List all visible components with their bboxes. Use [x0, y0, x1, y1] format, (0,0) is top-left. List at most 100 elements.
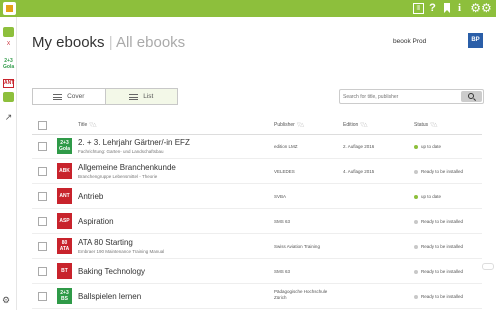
book-title: Baking Technology — [78, 267, 146, 276]
cover-view-button[interactable]: Cover — [33, 89, 105, 104]
book-cover[interactable]: 80 ATA — [57, 238, 72, 254]
settings-icon[interactable]: ⚙⚙ — [468, 2, 494, 15]
status-dot-icon — [414, 169, 418, 174]
table-row[interactable]: 2+3 BS Ballspielen lernen Pädagogische H… — [32, 284, 482, 309]
book-cover-icon[interactable]: ANT — [3, 79, 14, 88]
status-badge: Ready to be installed — [414, 269, 463, 275]
book-subtitle: Fachrichtung: Garten- und Landschaftsbau — [78, 149, 164, 154]
book-cover[interactable]: BT — [57, 263, 72, 279]
red-book-label: X — [6, 41, 11, 47]
table-row[interactable]: ABK Allgemeine Branchenkunde Branchengru… — [32, 159, 482, 184]
column-header-status[interactable]: Status ▽△ — [414, 122, 437, 129]
all-ebooks-tab[interactable]: All ebooks — [116, 34, 185, 51]
search-button[interactable] — [461, 91, 482, 102]
cover-view-icon — [53, 93, 63, 100]
row-checkbox[interactable] — [38, 192, 47, 201]
book-title: Aspiration — [78, 217, 114, 226]
row-checkbox[interactable] — [38, 242, 47, 251]
book-publisher: edition LMZ — [274, 144, 298, 149]
cover-view-label: Cover — [67, 93, 85, 100]
sort-arrows-icon[interactable]: ▽△ — [89, 122, 96, 128]
column-header-publisher[interactable]: Publisher ▽△ — [274, 122, 304, 129]
status-badge: up to date — [414, 194, 441, 200]
book-app-icon[interactable] — [3, 2, 16, 15]
book-publisher: SVBA — [274, 194, 287, 199]
view-toggle: Cover List — [32, 88, 178, 105]
bookmark-icon[interactable] — [441, 2, 452, 15]
book-edition: 2. Auflage 2016 — [343, 144, 375, 149]
book-publisher: VELEDES — [274, 169, 295, 174]
book-edition: 4. Auflage 2015 — [343, 169, 375, 174]
page-title: My ebooks | All ebooks — [32, 34, 185, 52]
book-title: Allgemeine Branchenkunde — [78, 163, 176, 172]
table-header: Title ▽△ Publisher ▽△ Edition ▽△ Status ▽△ — [32, 118, 482, 135]
export-icon[interactable]: ↗ — [3, 112, 14, 122]
row-checkbox[interactable] — [38, 217, 47, 226]
share-settings-icon[interactable]: ⚙ — [2, 295, 10, 306]
table-row[interactable]: BT Baking Technology SMS 63 Ready to be … — [32, 259, 482, 284]
status-badge: Ready to be installed — [414, 244, 463, 250]
book-cover[interactable]: 2+3 Gola — [57, 138, 72, 154]
table-row[interactable]: ANT Antrieb SVBA up to date — [32, 184, 482, 209]
info-icon[interactable]: i — [454, 2, 465, 15]
book-publisher: SMS 63 — [274, 219, 291, 224]
status-dot-icon — [414, 144, 418, 149]
search-box — [339, 89, 484, 104]
help-icon[interactable]: ? — [427, 2, 438, 15]
book-cover-label: 2+3 Gola — [3, 58, 15, 70]
book-publisher: Swiss Aviation Training — [274, 244, 320, 249]
list-view-button[interactable]: List — [104, 89, 177, 104]
select-all-checkbox[interactable] — [38, 121, 47, 130]
book-cover[interactable]: ABK — [57, 163, 72, 179]
column-header-edition[interactable]: Edition ▽△ — [343, 122, 367, 129]
left-sidebar: X 2+3 Gola ANT ↗ — [0, 17, 17, 310]
green-book-icon[interactable] — [3, 92, 14, 102]
book-cover[interactable]: ASP — [57, 213, 72, 229]
row-checkbox[interactable] — [38, 167, 47, 176]
user-name: beook Prod — [393, 38, 427, 45]
table-row[interactable]: 80 ATA ATA 80 Starting Embraer 190 Maint… — [32, 234, 482, 259]
book-cover-icon[interactable]: 2+3 Gola — [3, 58, 14, 74]
green-book-icon[interactable] — [3, 27, 14, 37]
red-book-icon[interactable]: X — [3, 41, 14, 55]
column-header-title[interactable]: Title ▽△ — [78, 122, 96, 129]
book-cover-label: ANT — [4, 80, 15, 86]
status-dot-icon — [414, 244, 418, 249]
book-publisher: Pädagogische Hochschule Zürich — [274, 289, 328, 300]
my-ebooks-tab[interactable]: My ebooks — [32, 34, 105, 51]
book-cover[interactable]: ANT — [57, 188, 72, 204]
book-subtitle: Embraer 190 Maintenance Training Manual — [78, 249, 165, 254]
sort-arrows-icon[interactable]: ▽△ — [360, 122, 367, 128]
status-badge: Ready to be installed — [414, 294, 463, 300]
status-dot-icon — [414, 269, 418, 274]
book-title: Ballspielen lernen — [78, 292, 142, 301]
search-input[interactable] — [343, 92, 461, 102]
book-title: ATA 80 Starting — [78, 238, 133, 247]
book-publisher: SMS 63 — [274, 269, 291, 274]
sort-arrows-icon[interactable]: ▽△ — [430, 122, 437, 128]
status-badge: Ready to be installed — [414, 219, 463, 225]
row-checkbox[interactable] — [38, 267, 47, 276]
sort-arrows-icon[interactable]: ▽△ — [297, 122, 304, 128]
book-title: Antrieb — [78, 192, 104, 201]
top-bar: ||| ? i ⚙⚙ — [0, 0, 496, 17]
table-row[interactable]: 2+3 Gola 2. + 3. Lehrjahr Gärtner/-in EF… — [32, 134, 482, 159]
avatar[interactable]: BP — [468, 33, 483, 48]
book-cover[interactable]: 2+3 BS — [57, 288, 72, 304]
list-view-label: List — [143, 93, 154, 100]
list-view-icon — [129, 93, 139, 100]
book-title: 2. + 3. Lehrjahr Gärtner/-in EFZ — [78, 138, 190, 147]
row-checkbox[interactable] — [38, 292, 47, 301]
status-dot-icon — [414, 219, 418, 224]
table-row[interactable]: ASP Aspiration SMS 63 Ready to be instal… — [32, 209, 482, 234]
row-checkbox[interactable] — [38, 142, 47, 151]
scroll-handle[interactable] — [482, 263, 494, 270]
title-separator: | — [108, 34, 113, 51]
status-dot-icon — [414, 194, 418, 199]
search-icon — [468, 93, 474, 99]
status-dot-icon — [414, 294, 418, 299]
status-badge: Ready to be installed — [414, 169, 463, 175]
library-icon[interactable]: ||| — [412, 2, 425, 15]
status-badge: up to date — [414, 144, 441, 150]
app-window: ||| ? i ⚙⚙ X 2+3 Gola ANT ↗ My ebooks | … — [0, 0, 496, 310]
